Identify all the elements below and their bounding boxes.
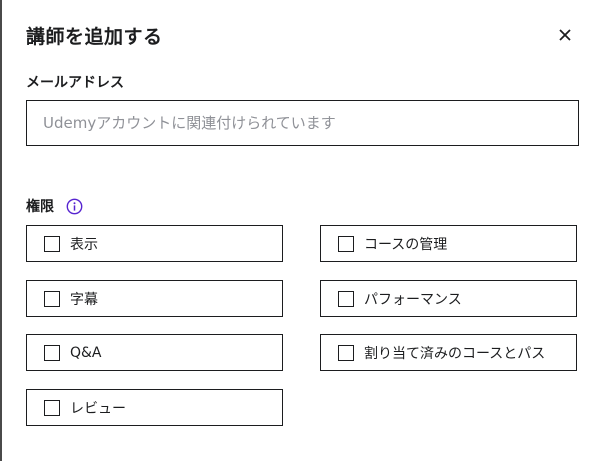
checkbox-label: レビュー xyxy=(70,400,126,417)
dialog-title: 講師を追加する xyxy=(26,26,163,48)
permission-checkbox-manage-course[interactable]: コースの管理 xyxy=(320,225,577,262)
checkbox-label: Q&A xyxy=(70,344,102,361)
email-label: メールアドレス xyxy=(26,75,124,91)
checkbox-label: 割り当て済みのコースとパス xyxy=(364,345,546,362)
permission-checkbox-qa[interactable]: Q&A xyxy=(26,334,283,371)
checkbox-label: コースの管理 xyxy=(364,236,448,253)
permissions-label: 権限 xyxy=(26,199,54,215)
permission-checkbox-reviews[interactable]: レビュー xyxy=(26,389,283,426)
checkbox-label: 字幕 xyxy=(70,291,98,308)
permissions-heading: 権限 xyxy=(26,196,83,216)
info-icon[interactable] xyxy=(66,198,83,215)
checkbox-label: 表示 xyxy=(70,236,98,253)
close-button[interactable] xyxy=(556,26,574,44)
checkbox[interactable] xyxy=(44,399,60,416)
checkbox[interactable] xyxy=(338,344,354,361)
checkbox[interactable] xyxy=(338,235,354,252)
add-instructor-dialog: 講師を追加する メールアドレス 権限 表示 コースの管理 字幕 パフォ xyxy=(2,0,601,461)
checkbox[interactable] xyxy=(44,290,60,307)
email-field[interactable] xyxy=(26,100,579,146)
close-icon xyxy=(559,29,571,41)
checkbox[interactable] xyxy=(44,235,60,252)
checkbox[interactable] xyxy=(338,290,354,307)
permission-checkbox-performance[interactable]: パフォーマンス xyxy=(320,280,577,317)
permission-checkbox-captions[interactable]: 字幕 xyxy=(26,280,283,317)
checkbox-label: パフォーマンス xyxy=(364,291,462,308)
checkbox[interactable] xyxy=(44,344,60,361)
permission-checkbox-view[interactable]: 表示 xyxy=(26,225,283,262)
permission-checkbox-assigned-courses-paths[interactable]: 割り当て済みのコースとパス xyxy=(320,334,577,371)
